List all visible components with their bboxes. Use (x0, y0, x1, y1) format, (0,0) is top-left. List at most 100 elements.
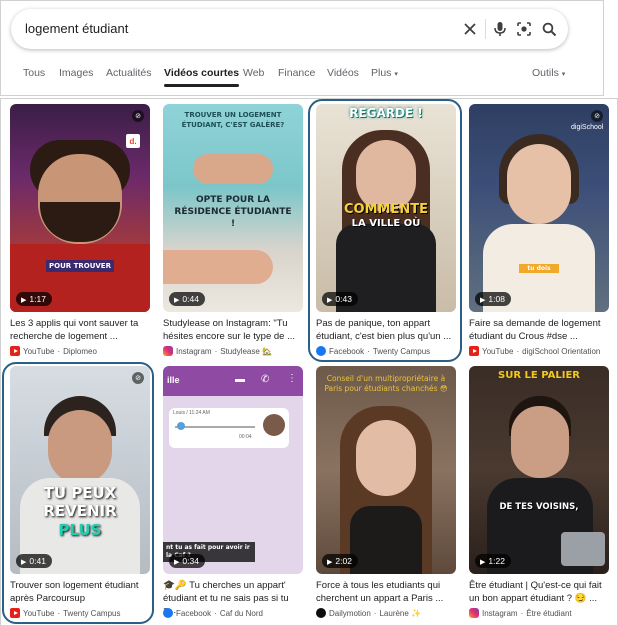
play-icon: ▶ (21, 559, 27, 566)
video-source: Facebook · Caf du Nord (163, 608, 313, 618)
channel-name: Laurène ✨ (379, 608, 422, 618)
video-thumbnail[interactable]: ille ▬ ✆ ⋮ Louis / 11:24 AM 00:04 nt tu … (163, 366, 303, 574)
video-thumbnail[interactable]: SUR LE PALIER DE TES VOISINS, ▶ 1:22 (469, 366, 609, 574)
thumbnail-caption: LA VILLE OÙ (351, 218, 421, 229)
duration-text: 0:41 (29, 556, 46, 566)
tab-tous[interactable]: Tous (23, 67, 45, 79)
video-title[interactable]: Faire sa demande de logement étudiant du… (469, 318, 609, 343)
phone-icon: ✆ (261, 374, 270, 385)
video-thumbnail[interactable]: TU PEUX REVENIR PLUS ⊘ ▶ 0:41 (10, 366, 150, 574)
video-source: Facebook · Twenty Campus (316, 346, 466, 356)
video-call-icon: ▬ (235, 374, 245, 385)
duration-badge: ▶ 0:41 (16, 554, 52, 568)
person-face (507, 144, 571, 224)
video-title[interactable]: Être étudiant | Qu'est-ce qui fait un bo… (469, 580, 609, 605)
video-thumbnail[interactable]: d. POUR TROUVER ⊘ ▶ 1:17 (10, 104, 150, 312)
thumbnail-caption: PLUS (58, 521, 102, 539)
tab-actualites[interactable]: Actualités (106, 67, 152, 79)
channel-name: Diplomeo (63, 346, 97, 356)
audio-waveform (175, 426, 255, 428)
youtube-icon (469, 346, 479, 356)
channel-logo: digiSchool (571, 124, 604, 131)
video-title[interactable]: Studylease on Instagram: "Tu hésites enc… (163, 318, 303, 343)
video-thumbnail[interactable]: TROUVER UN LOGEMENT ÉTUDIANT, C'EST GALÈ… (163, 104, 303, 312)
hand-image (193, 154, 273, 184)
hand-image (163, 250, 273, 284)
facebook-icon (316, 346, 326, 356)
search-box[interactable]: logement étudiant (11, 9, 568, 49)
duration-badge: ▶ 0:44 (169, 292, 205, 306)
clear-icon[interactable] (460, 19, 480, 39)
thumbnail-caption: COMMENTE (344, 202, 428, 217)
channel-name: Twenty Campus (372, 346, 431, 356)
source-name: Dailymotion (329, 608, 371, 618)
lens-icon[interactable] (514, 19, 534, 39)
youtube-icon (10, 608, 20, 618)
tab-plus-label: Plus (371, 67, 392, 79)
channel-name: Studylease 🏡 (220, 346, 273, 356)
avatar (263, 414, 285, 436)
play-icon: ▶ (327, 559, 333, 566)
duration-badge: ▶ 1:08 (475, 292, 511, 306)
instagram-icon (163, 346, 173, 356)
tab-web[interactable]: Web (243, 67, 264, 79)
thumbnail-caption: TU PEUX REVENIR (43, 484, 117, 520)
tab-finance[interactable]: Finance (278, 67, 315, 79)
play-icon: ▶ (480, 559, 486, 566)
tab-videos-courtes[interactable]: Vidéos courtes (164, 67, 240, 87)
source-name: Instagram (482, 608, 518, 618)
tab-plus[interactable]: Plus ▾ (371, 67, 398, 79)
channel-name: Twenty Campus (63, 608, 121, 618)
microphone-icon[interactable] (490, 19, 510, 39)
channel-name: digiSchool Orientation (522, 346, 601, 356)
video-thumbnail[interactable]: REGARDE ! COMMENTE LA VILLE OÙ ▶ 0:43 (316, 104, 456, 312)
thumbnail-caption: DE TES VOISINS, (499, 502, 579, 512)
facebook-icon (163, 608, 173, 618)
divider (485, 19, 486, 39)
play-icon: ▶ (21, 297, 27, 304)
video-title[interactable]: Les 3 applis qui vont sauver ta recherch… (10, 318, 150, 343)
chat-sender: Louis / 11:24 AM (173, 410, 210, 416)
thumbnail-caption: TROUVER UN LOGEMENT ÉTUDIANT, C'EST GALÈ… (181, 111, 285, 129)
video-title[interactable]: Trouver son logement étudiant après Parc… (10, 580, 150, 605)
dailymotion-icon (316, 608, 326, 618)
tab-images[interactable]: Images (59, 67, 93, 79)
video-source: Instagram · Studylease 🏡 (163, 346, 313, 356)
duration-badge: ▶ 1:22 (475, 554, 511, 568)
channel-name: Être étudiant (526, 608, 572, 618)
short-videos-grid: d. POUR TROUVER ⊘ ▶ 1:17 Les 3 applis qui… (0, 98, 618, 625)
video-source: YouTube · Twenty Campus (10, 608, 160, 618)
person-face (356, 420, 416, 496)
tools-label: Outils (532, 67, 559, 79)
thumbnail-caption: POUR TROUVER (46, 260, 114, 272)
video-thumbnail[interactable]: digiSchool tu dois ⊘ ▶ 1:08 (469, 104, 609, 312)
source-name: YouTube (23, 346, 55, 356)
tab-videos[interactable]: Vidéos (327, 67, 359, 79)
search-icon[interactable] (539, 19, 559, 39)
video-thumbnail[interactable]: Conseil d'un multipropriétaire à Paris p… (316, 366, 456, 574)
tools-button[interactable]: Outils ▾ (532, 67, 565, 79)
search-query[interactable]: logement étudiant (25, 21, 128, 36)
person-beard (40, 202, 120, 242)
source-name: Facebook (329, 346, 365, 356)
source-name: YouTube (23, 608, 55, 618)
duration-badge: ▶ 2:02 (322, 554, 358, 568)
duration-text: 2:02 (335, 556, 352, 566)
source-name: Instagram (176, 346, 212, 356)
shorts-badge-icon: ⊘ (591, 110, 603, 122)
shorts-badge-icon: ⊘ (132, 110, 144, 122)
chevron-down-icon: ▾ (394, 71, 398, 78)
instagram-icon (469, 608, 479, 618)
duration-badge: ▶ 1:17 (16, 292, 52, 306)
channel-logo: d. (126, 134, 140, 148)
video-source: Instagram · Être étudiant (469, 608, 618, 618)
video-title[interactable]: Force à tous les etudiants qui cherchent… (316, 580, 456, 605)
channel-name: Caf du Nord (219, 608, 263, 618)
thumbnail-caption: REGARDE ! (349, 106, 423, 120)
person-face (48, 410, 112, 484)
shorts-badge-icon: ⊘ (132, 372, 144, 384)
person-shirt (350, 506, 422, 574)
video-title[interactable]: Pas de panique, ton appart étudiant, c'e… (316, 318, 456, 343)
play-icon: ▶ (174, 559, 180, 566)
duration-text: 0:43 (335, 294, 352, 304)
